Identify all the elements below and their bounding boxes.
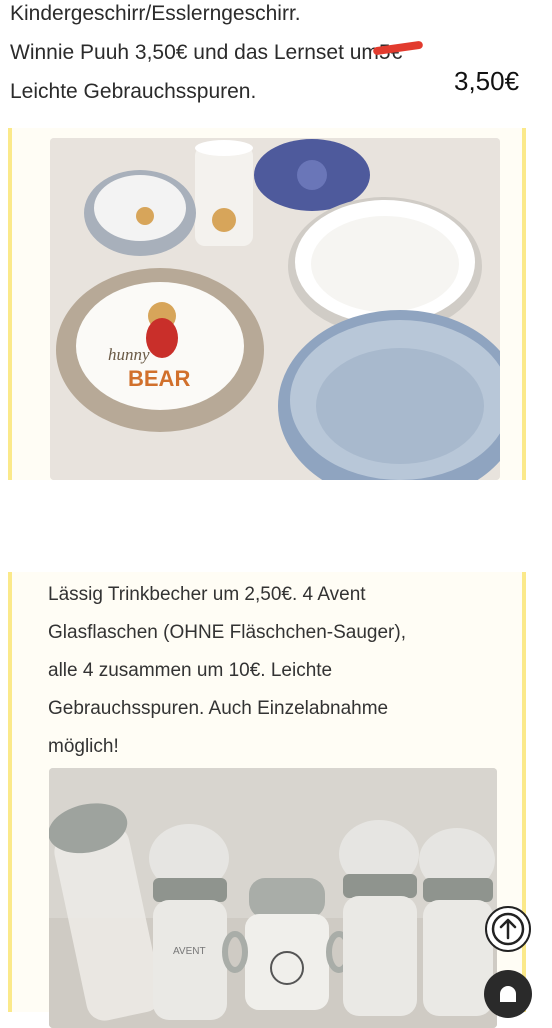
struck-price: 5€ [372,33,424,72]
card-bottles: Lässig Trinkbecher um 2,50€. 4 Avent Gla… [8,572,526,1028]
card-tableware: hunny BEAR [8,128,526,480]
description-line: alle 4 zusammen um 10€. Leichte [48,660,333,681]
intro-line-2-prefix: Winnie Puuh 3,50€ und das Lernset um [10,41,379,64]
scroll-to-top-button[interactable] [485,906,531,952]
bottle-label: AVENT [173,946,206,957]
description-line: Gebrauchsspuren. Auch Einzelabnahme [48,698,389,719]
arrow-up-circle-icon [491,912,525,946]
bottles-description: Lässig Trinkbecher um 2,50€. 4 Avent Gla… [48,576,488,766]
plate-text-hunny: hunny [108,345,150,364]
bottles-photo[interactable]: AVENT [49,768,497,1028]
intro-line-1: Kindergeschirr/Esslerngeschirr. [10,2,301,25]
description-line: möglich! [48,736,119,757]
description-line: Lässig Trinkbecher um 2,50€. 4 Avent [48,584,366,605]
handwritten-price: 3,50€ [454,66,520,96]
chat-bubble-icon [500,986,516,1002]
description-line: Glasflaschen (OHNE Fläschchen-Sauger), [48,622,406,643]
chat-button[interactable] [484,970,532,1018]
tableware-photo[interactable]: hunny BEAR [50,138,500,480]
plate-text-bear: BEAR [128,366,190,391]
